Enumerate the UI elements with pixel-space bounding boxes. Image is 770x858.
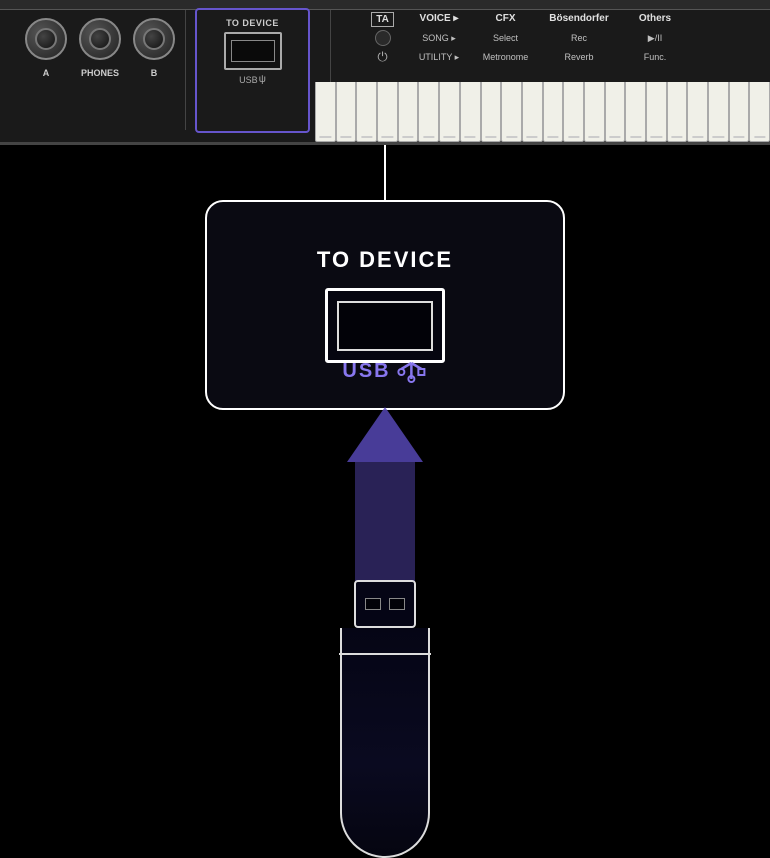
piano-key bbox=[336, 82, 357, 142]
usb-flash-drive bbox=[330, 580, 440, 858]
piano-key bbox=[460, 82, 481, 142]
piano-key bbox=[584, 82, 605, 142]
metronome-label: Metronome bbox=[483, 52, 529, 62]
piano-key bbox=[729, 82, 750, 142]
knob-phones: PHONES bbox=[79, 18, 121, 60]
piano-key bbox=[563, 82, 584, 142]
piano-key bbox=[646, 82, 667, 142]
utility-label: UTILITY ▸ bbox=[419, 52, 459, 63]
func-label: Func. bbox=[644, 52, 667, 62]
device-panel: A PHONES B TO DEVICE USB ψ bbox=[0, 0, 770, 145]
piano-keys bbox=[315, 82, 770, 142]
piano-key bbox=[522, 82, 543, 142]
voice-label: VOICE ▸ bbox=[420, 12, 459, 25]
piano-key bbox=[667, 82, 688, 142]
connection-line-top bbox=[384, 145, 386, 205]
led-dot-btn[interactable] bbox=[375, 30, 391, 46]
piano-key bbox=[377, 82, 398, 142]
reverb-label: Reverb bbox=[564, 52, 593, 62]
device-top-bar bbox=[0, 0, 770, 10]
piano-key bbox=[481, 82, 502, 142]
separator-left bbox=[185, 10, 186, 130]
diagram-area: TO DEVICE USB bbox=[0, 145, 770, 770]
piano-key bbox=[356, 82, 377, 142]
piano-key bbox=[418, 82, 439, 142]
piano-key bbox=[439, 82, 460, 142]
usb-drive-body bbox=[340, 628, 430, 858]
select-label: Select bbox=[493, 33, 518, 43]
usb-port-slot bbox=[231, 40, 275, 62]
menu-area: TA VOICE ▸ CFX Bösendorfer Others SONG ▸ bbox=[355, 12, 765, 65]
usb-hole-left bbox=[365, 598, 381, 610]
piano-key bbox=[398, 82, 419, 142]
piano-key bbox=[605, 82, 626, 142]
zoom-to-device-label: TO DEVICE bbox=[317, 247, 453, 273]
zoom-box: TO DEVICE USB bbox=[205, 200, 565, 410]
piano-key bbox=[543, 82, 564, 142]
piano-key bbox=[708, 82, 729, 142]
arrow-head bbox=[347, 407, 423, 462]
zoom-usb-slot bbox=[337, 301, 433, 351]
rec-label: Rec bbox=[571, 33, 587, 43]
usb-text: USB bbox=[342, 360, 390, 383]
power-symbol[interactable]: ⏻ bbox=[377, 49, 387, 65]
usb-to-device-small-label: TO DEVICE bbox=[226, 18, 279, 28]
piano-key bbox=[749, 82, 770, 142]
usb-hole-right bbox=[389, 598, 405, 610]
cfx-label: CFX bbox=[496, 12, 516, 25]
knob-a: A bbox=[25, 18, 67, 60]
ta-label: TA bbox=[371, 12, 394, 27]
usb-port-highlight: TO DEVICE USB ψ bbox=[195, 8, 310, 133]
bosendorfer-label: Bösendorfer bbox=[549, 12, 608, 25]
usb-trident-icon bbox=[396, 359, 428, 383]
others-label: Others bbox=[639, 12, 671, 25]
song-label: SONG ▸ bbox=[422, 33, 456, 44]
piano-key bbox=[501, 82, 522, 142]
usb-port-rect bbox=[224, 32, 282, 70]
zoom-usb-port bbox=[325, 288, 445, 363]
piano-key bbox=[625, 82, 646, 142]
usb-connector-head bbox=[354, 580, 416, 628]
piano-key bbox=[687, 82, 708, 142]
piano-key bbox=[315, 82, 336, 142]
zoom-usb-label: USB bbox=[342, 359, 427, 383]
knob-b: B bbox=[133, 18, 175, 60]
usb-symbol-small: USB ψ bbox=[239, 74, 266, 85]
play-label: ▶/II bbox=[648, 33, 662, 44]
